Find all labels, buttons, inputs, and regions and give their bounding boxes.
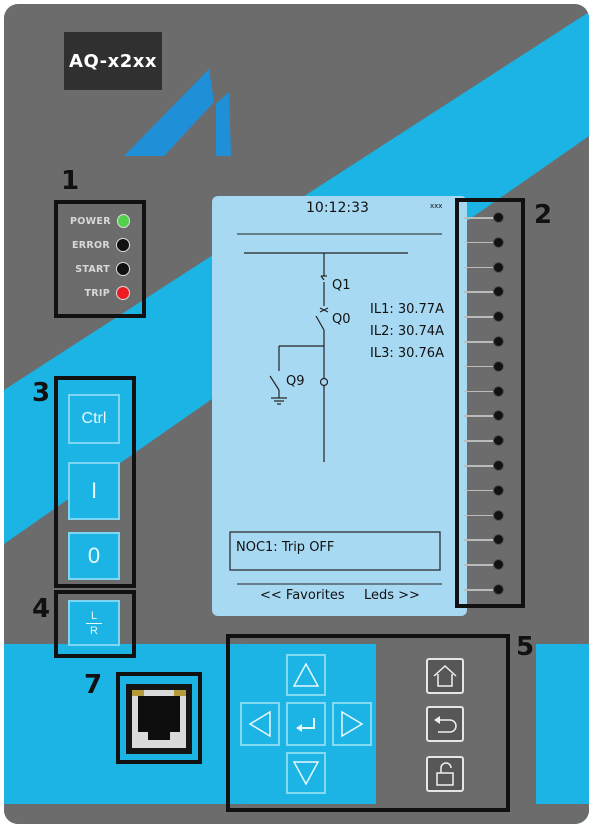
- callout-number-2: 2: [534, 200, 553, 230]
- side-led-connector: [464, 514, 494, 517]
- status-led-label: ERROR: [71, 239, 110, 251]
- side-leds-callout-box: [455, 198, 525, 608]
- side-led-indicator: [493, 212, 504, 223]
- open-breaker-button[interactable]: 0: [68, 532, 120, 580]
- back-button[interactable]: [426, 706, 464, 742]
- side-led-connector: [464, 316, 494, 318]
- side-led-indicator: [493, 236, 504, 248]
- lr-divider: [86, 622, 102, 624]
- relay-front-panel: AQ-x2xx 1 POWER ERROR START TRIP 3 Ctrl …: [4, 4, 589, 824]
- enter-button[interactable]: [286, 702, 326, 746]
- side-led-connector: [464, 266, 494, 269]
- lcd-q1-label: Q1: [332, 278, 351, 293]
- side-led-connector: [464, 217, 494, 219]
- home-icon: [433, 664, 457, 687]
- side-led-indicator: [493, 385, 504, 397]
- arrow-up-button[interactable]: [286, 654, 326, 696]
- side-led-connector: [464, 539, 494, 541]
- lcd-current-il1: IL1: 30.77A: [370, 302, 444, 317]
- status-led-power: POWER: [70, 214, 130, 228]
- side-led-connector: [464, 390, 494, 393]
- lcd-q0-label: Q0: [332, 312, 351, 327]
- status-led-start: START: [70, 262, 130, 276]
- brand-logo: [124, 69, 231, 156]
- side-led-connector: [464, 465, 494, 467]
- side-led-connector: [464, 241, 494, 244]
- arrow-left-button[interactable]: [240, 702, 280, 746]
- ethernet-port[interactable]: [126, 684, 192, 754]
- unlock-icon: [436, 762, 454, 786]
- status-led-trip: TRIP: [70, 286, 130, 300]
- arrow-down-button[interactable]: [286, 752, 326, 794]
- callout-number-4: 4: [32, 594, 51, 624]
- side-led-indicator: [493, 261, 504, 273]
- status-led-label: START: [75, 263, 110, 275]
- side-led-indicator: [493, 584, 504, 595]
- lcd-q9-label: Q9: [286, 374, 305, 389]
- side-led-indicator: [493, 336, 504, 347]
- lcd-message: NOC1: Trip OFF: [236, 540, 335, 555]
- lcd-current-il2: IL2: 30.74A: [370, 324, 444, 339]
- side-led-indicator: [493, 360, 504, 372]
- side-led-connector: [464, 415, 494, 417]
- side-led-connector: [464, 341, 494, 343]
- side-led-connector: [464, 365, 494, 368]
- power-led-indicator: [116, 214, 130, 228]
- start-led-indicator: [116, 262, 130, 276]
- arrow-down-icon: [292, 761, 320, 786]
- home-button[interactable]: [426, 658, 464, 694]
- lcd-display: 10:12:33 xxx Q1 Q0 Q9 IL1: 30.77A IL2: 3…: [212, 196, 467, 616]
- back-icon: [434, 716, 457, 733]
- lcd-nav-favorites: << Favorites: [260, 588, 345, 603]
- callout-number-7: 7: [84, 670, 103, 700]
- arrow-up-icon: [292, 662, 320, 687]
- side-led-connector: [464, 564, 494, 566]
- side-led-indicator: [493, 509, 504, 521]
- remote-label: R: [90, 624, 98, 637]
- close-breaker-button[interactable]: I: [68, 462, 120, 520]
- callout-number-3: 3: [32, 378, 51, 408]
- local-remote-button[interactable]: L R: [68, 600, 120, 646]
- status-led-label: TRIP: [84, 287, 110, 299]
- side-led-connector: [464, 291, 494, 293]
- callout-number-1: 1: [61, 166, 80, 196]
- local-label: L: [90, 609, 98, 622]
- side-led-connector: [464, 489, 494, 492]
- unlock-button[interactable]: [426, 756, 464, 792]
- lcd-nav-leds: Leds >>: [364, 588, 420, 603]
- side-led-connector: [464, 440, 494, 442]
- enter-icon: [296, 718, 315, 732]
- side-led-connector: [464, 589, 494, 591]
- trip-led-indicator: [116, 286, 130, 300]
- ctrl-button[interactable]: Ctrl: [68, 394, 120, 444]
- side-led-indicator: [493, 460, 504, 471]
- arrow-right-icon: [341, 710, 364, 738]
- arrow-left-icon: [248, 710, 271, 738]
- callout-number-5: 5: [516, 632, 535, 662]
- side-led-indicator: [493, 484, 504, 496]
- error-led-indicator: [116, 238, 130, 252]
- status-led-label: POWER: [70, 215, 111, 227]
- status-led-error: ERROR: [70, 238, 130, 252]
- lcd-current-il3: IL3: 30.76A: [370, 346, 444, 361]
- arrow-right-button[interactable]: [332, 702, 372, 746]
